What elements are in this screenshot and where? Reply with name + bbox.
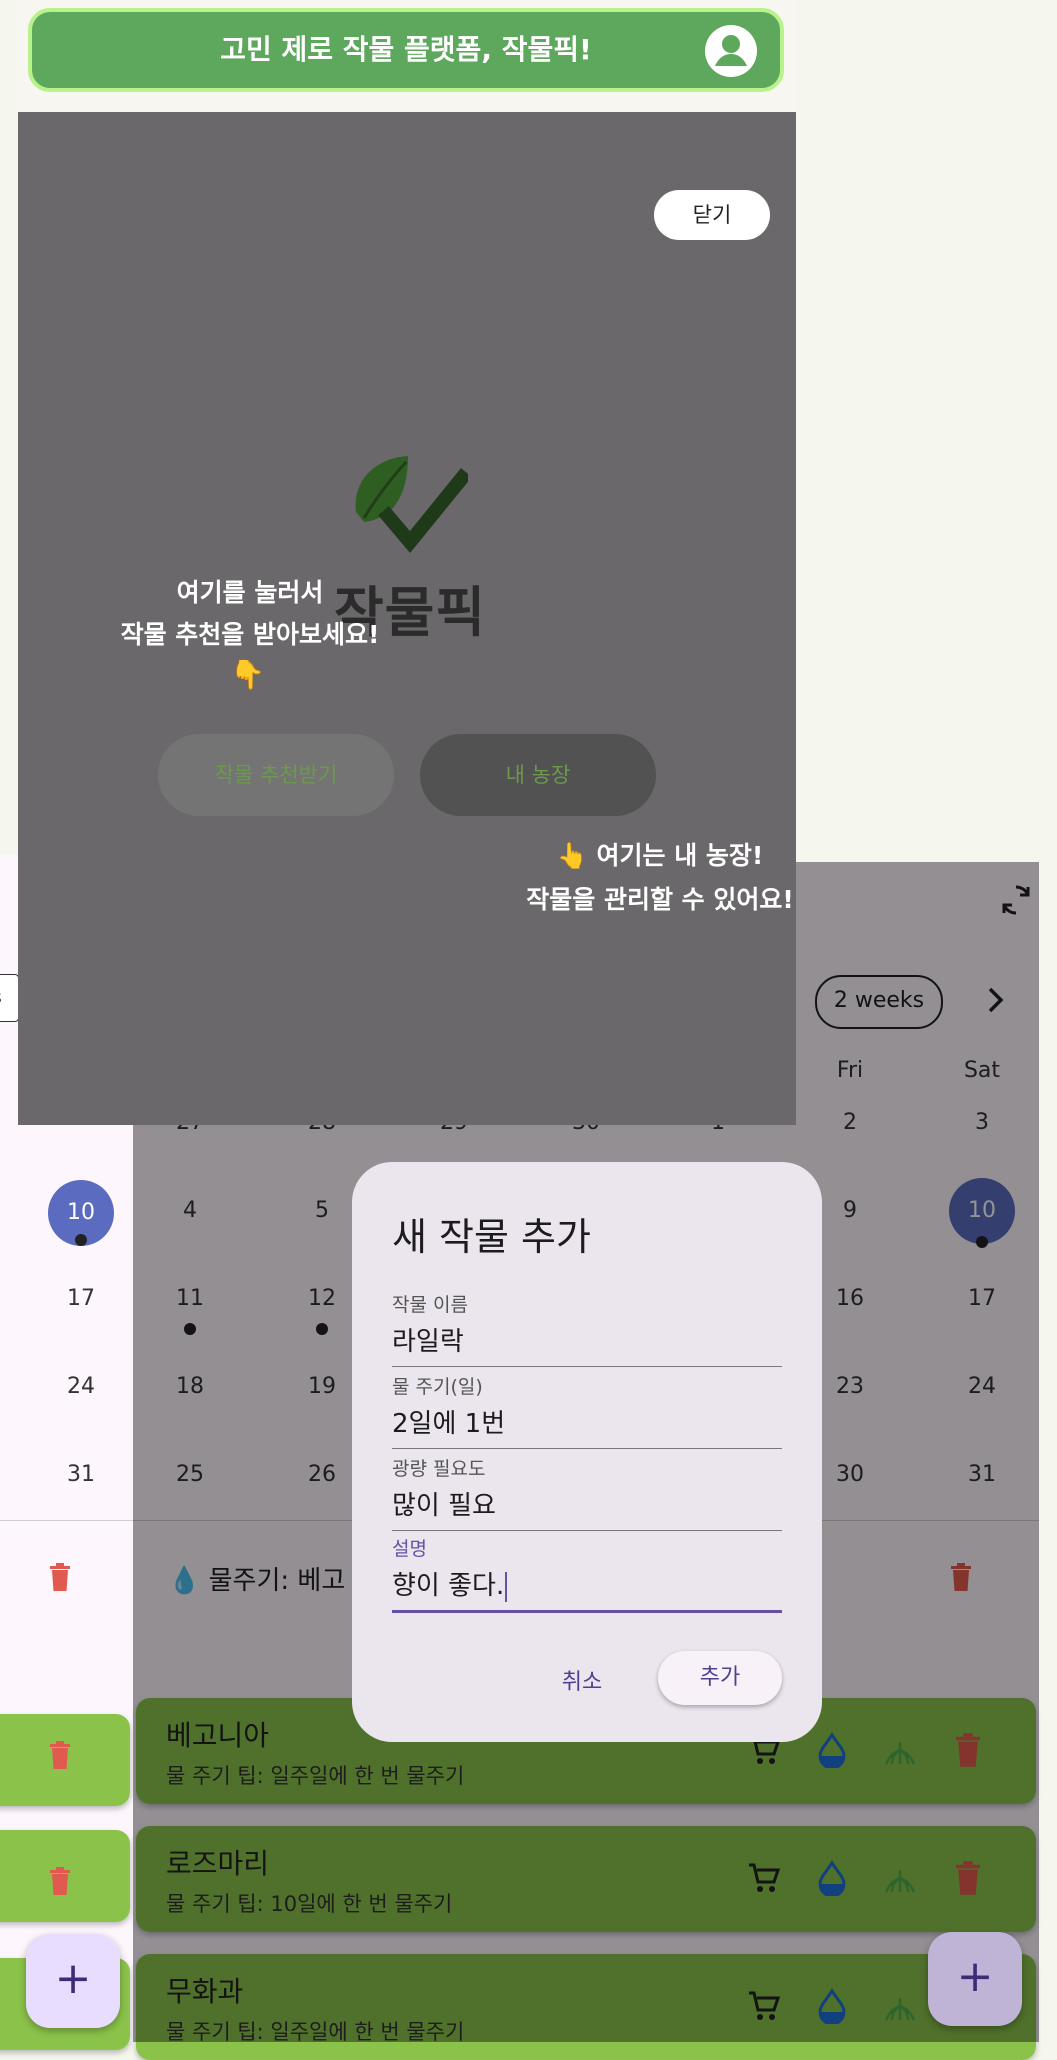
hint-line: 작물 추천을 받아보세요! bbox=[120, 620, 380, 649]
hint-line: 👆 여기는 내 농장! bbox=[556, 841, 764, 870]
field-value[interactable]: 많이 필요 bbox=[392, 1485, 782, 1531]
calendar-day[interactable]: 24 bbox=[51, 1374, 111, 1399]
hint-line: 여기를 눌러서 bbox=[176, 578, 324, 607]
add-crop-fab[interactable]: + bbox=[26, 1934, 120, 2028]
recommend-hint: 여기를 눌러서 작물 추천을 받아보세요! bbox=[80, 572, 420, 656]
field-value: 향이 좋다. bbox=[392, 1571, 505, 1601]
leaf-check-logo-icon bbox=[348, 452, 472, 564]
light-need-field[interactable]: 광량 필요도 많이 필요 bbox=[392, 1454, 782, 1531]
text-caret bbox=[505, 1571, 508, 1602]
trash-icon[interactable] bbox=[48, 1866, 72, 1896]
description-field[interactable]: 설명 향이 좋다. bbox=[392, 1534, 782, 1613]
trash-icon[interactable] bbox=[48, 1562, 72, 1592]
trash-icon[interactable] bbox=[48, 1740, 72, 1770]
field-value[interactable]: 2일에 1번 bbox=[392, 1403, 782, 1449]
field-label: 광량 필요도 bbox=[392, 1458, 486, 1480]
add-button[interactable]: 추가 bbox=[658, 1651, 782, 1705]
farm-hint: 👆 여기는 내 농장! 작물을 관리할 수 있어요! bbox=[380, 834, 940, 922]
event-marker bbox=[75, 1234, 87, 1246]
calendar-day[interactable]: 31 bbox=[51, 1462, 111, 1487]
field-value[interactable]: 라일락 bbox=[392, 1321, 782, 1367]
pointing-down-icon: 👇 bbox=[230, 658, 265, 691]
divider bbox=[0, 1520, 133, 1521]
hint-line: 작물을 관리할 수 있어요! bbox=[526, 885, 794, 914]
header-title: 고민 제로 작물 플랫폼, 작물픽! bbox=[220, 33, 592, 66]
calendar-day[interactable]: 17 bbox=[51, 1286, 111, 1311]
recommend-button[interactable]: 작물 추천받기 bbox=[158, 734, 394, 816]
format-chip-text: ks bbox=[0, 987, 2, 1008]
field-value-wrap[interactable]: 향이 좋다. bbox=[392, 1565, 782, 1613]
field-label: 물 주기(일) bbox=[392, 1376, 483, 1398]
dialog-title: 새 작물 추가 bbox=[392, 1215, 591, 1259]
app-header: 고민 제로 작물 플랫폼, 작물픽! bbox=[28, 8, 784, 92]
water-cycle-field[interactable]: 물 주기(일) 2일에 1번 bbox=[392, 1372, 782, 1449]
account-circle-icon[interactable] bbox=[704, 24, 758, 78]
my-farm-button[interactable]: 내 농장 bbox=[420, 734, 656, 816]
field-label: 설명 bbox=[392, 1538, 427, 1560]
add-crop-fab[interactable]: + bbox=[928, 1932, 1022, 2026]
add-crop-dialog: 새 작물 추가 작물 이름 라일락 물 주기(일) 2일에 1번 광량 필요도 … bbox=[352, 1162, 822, 1742]
cancel-button[interactable]: 취소 bbox=[542, 1658, 622, 1708]
close-button[interactable]: 닫기 bbox=[654, 190, 770, 240]
field-label: 작물 이름 bbox=[392, 1294, 468, 1316]
format-chip-partial[interactable]: ks bbox=[0, 974, 19, 1022]
crop-name-field[interactable]: 작물 이름 라일락 bbox=[392, 1290, 782, 1367]
